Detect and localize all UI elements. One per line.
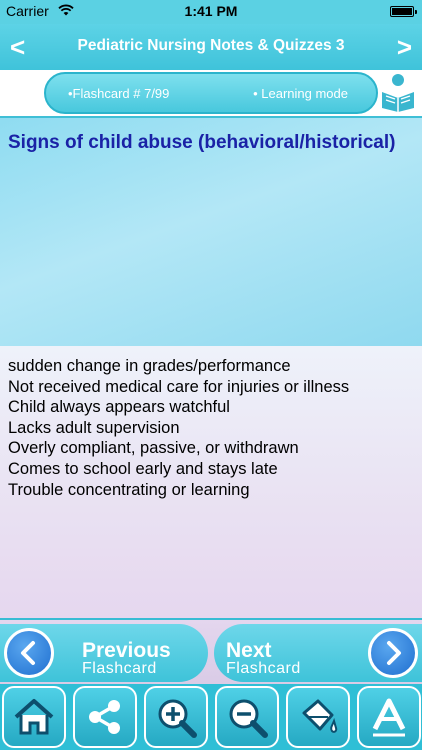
previous-flashcard-button[interactable]: Previous Flashcard (0, 624, 208, 682)
previous-label: Previous Flashcard (82, 640, 171, 677)
answer-line: Trouble concentrating or learning (8, 480, 250, 499)
nav-bar: < Pediatric Nursing Notes & Quizzes 3 > (0, 24, 422, 70)
flashcard-navigation: Previous Flashcard Next Flashcard (0, 618, 422, 686)
share-button[interactable] (73, 686, 137, 748)
paint-bucket-icon (302, 699, 338, 733)
answer-line: Child always appears watchful (8, 398, 230, 417)
question-panel: Signs of child abuse (behavioral/histori… (0, 116, 422, 348)
answer-line: Comes to school early and stays late (8, 459, 278, 478)
font-button[interactable] (357, 686, 421, 748)
next-label: Next Flashcard (226, 640, 301, 677)
question-text: Signs of child abuse (behavioral/histori… (8, 132, 396, 153)
zoom-out-icon (229, 699, 268, 738)
previous-label-line1: Previous (82, 639, 171, 662)
zoom-in-icon (158, 699, 197, 738)
zoom-in-button[interactable] (144, 686, 208, 748)
answer-line: Overly compliant, passive, or withdrawn (8, 439, 299, 458)
page-title: Pediatric Nursing Notes & Quizzes 3 (77, 37, 345, 54)
status-time: 1:41 PM (184, 3, 238, 19)
battery-icon (390, 6, 417, 17)
home-icon (14, 699, 54, 735)
chevron-right-icon (387, 641, 401, 665)
zoom-out-button[interactable] (215, 686, 279, 748)
share-icon (89, 700, 120, 734)
mode-label: • Learning mode (253, 86, 348, 101)
next-arrow-button[interactable] (368, 628, 418, 678)
home-button[interactable] (2, 686, 66, 748)
reading-person-icon[interactable] (378, 72, 418, 112)
answer-list: sudden change in grades/performance Not … (8, 356, 349, 500)
answer-line: sudden change in grades/performance (8, 357, 291, 375)
next-label-line2: Flashcard (226, 660, 301, 677)
forward-button[interactable]: > (397, 32, 412, 63)
previous-arrow-button[interactable] (4, 628, 54, 678)
next-flashcard-button[interactable]: Next Flashcard (214, 624, 422, 682)
answer-panel: sudden change in grades/performance Not … (0, 346, 422, 618)
info-row: •Flashcard # 7/99 • Learning mode (0, 70, 422, 116)
flashcard-info-pill: •Flashcard # 7/99 • Learning mode (44, 72, 378, 114)
background-color-button[interactable] (286, 686, 350, 748)
back-button[interactable]: < (10, 32, 25, 63)
flashcard-counter: •Flashcard # 7/99 (68, 86, 170, 101)
bottom-toolbar (0, 684, 422, 750)
answer-line: Not received medical care for injuries o… (8, 377, 350, 396)
chevron-left-icon (21, 641, 35, 665)
font-icon (372, 698, 406, 737)
answer-line: Lacks adult supervision (8, 418, 180, 437)
next-label-line1: Next (226, 639, 272, 662)
status-bar: Carrier 1:41 PM (0, 0, 422, 24)
previous-label-line2: Flashcard (82, 660, 157, 677)
